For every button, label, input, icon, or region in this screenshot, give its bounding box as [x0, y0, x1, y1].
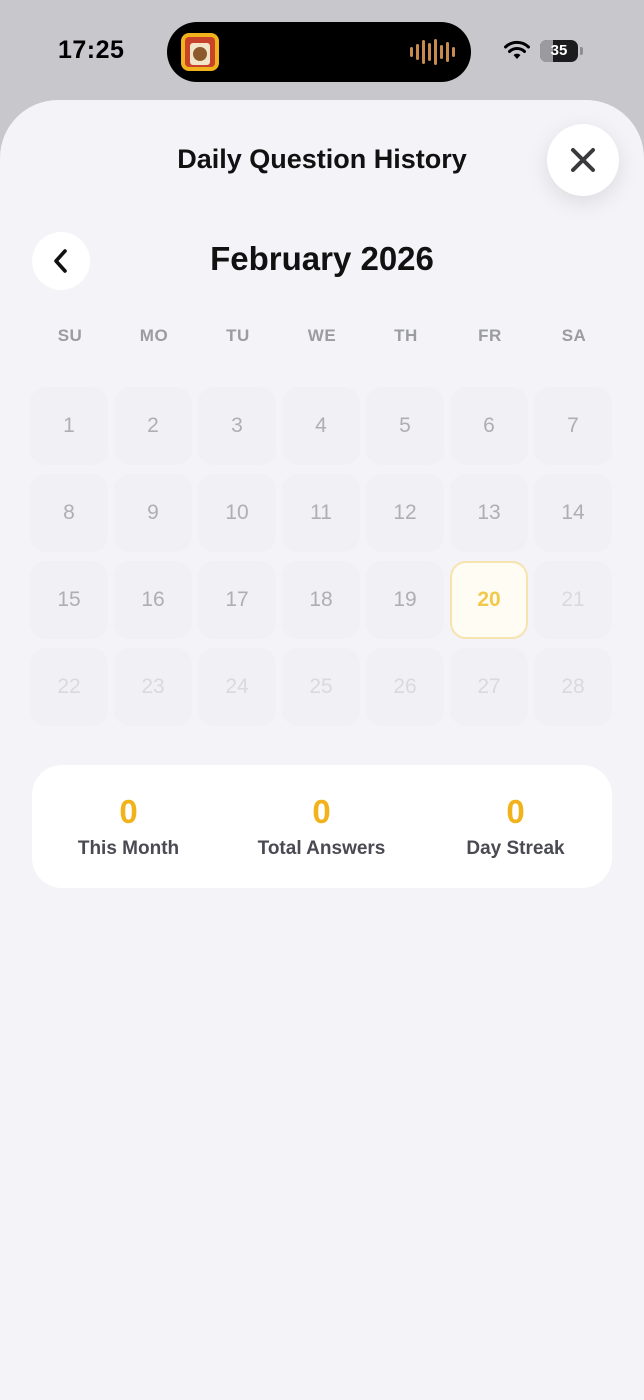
calendar-day-future: 24: [198, 648, 276, 726]
stat-value: 0: [119, 793, 138, 830]
calendar-day[interactable]: 9: [114, 474, 192, 552]
status-bar: 17:25 35: [0, 0, 644, 100]
calendar-day[interactable]: 4: [282, 387, 360, 465]
calendar-day[interactable]: 3: [198, 387, 276, 465]
close-button[interactable]: [547, 124, 619, 196]
calendar-day[interactable]: 14: [534, 474, 612, 552]
weekday-label: FR: [478, 326, 502, 345]
history-sheet: Daily Question History February 2026 SU …: [0, 100, 644, 1400]
stat-label: This Month: [77, 838, 180, 859]
weekday-label: SU: [57, 326, 83, 345]
stat-day-streak: 0 Day Streak: [419, 765, 612, 888]
calendar-day[interactable]: 16: [114, 561, 192, 639]
calendar-day[interactable]: 10: [198, 474, 276, 552]
calendar-day[interactable]: 15: [30, 561, 108, 639]
stat-value: 0: [506, 793, 525, 830]
weekday-header: SU MO TU WE TH FR SA: [28, 326, 616, 346]
calendar-day[interactable]: 7: [534, 387, 612, 465]
weekday-label: TH: [394, 326, 418, 345]
calendar-day-future: 23: [114, 648, 192, 726]
wifi-icon: [504, 40, 530, 59]
close-icon: [571, 148, 595, 172]
stat-value: 0: [312, 793, 331, 830]
stat-total-answers: 0 Total Answers: [225, 765, 418, 888]
status-time: 17:25: [58, 36, 125, 64]
stat-this-month: 0 This Month: [32, 765, 225, 888]
weekday-label: TU: [226, 326, 250, 345]
calendar-day[interactable]: 11: [282, 474, 360, 552]
calendar-day[interactable]: 19: [366, 561, 444, 639]
calendar-day-future: 22: [30, 648, 108, 726]
month-title: February 2026: [210, 240, 434, 277]
battery-icon: 35: [540, 40, 578, 62]
calendar-day[interactable]: 13: [450, 474, 528, 552]
calendar-day-future: 25: [282, 648, 360, 726]
calendar-day-future: 26: [366, 648, 444, 726]
battery-percent: 35: [550, 42, 568, 59]
stat-label: Day Streak: [466, 838, 565, 859]
calendar-day-future: 28: [534, 648, 612, 726]
calendar-day[interactable]: 5: [366, 387, 444, 465]
dynamic-island[interactable]: [167, 22, 471, 82]
weekday-label: MO: [139, 326, 169, 345]
calendar-day[interactable]: 8: [30, 474, 108, 552]
calendar-day[interactable]: 6: [450, 387, 528, 465]
calendar-day-future: 21: [534, 561, 612, 639]
calendar-day[interactable]: 18: [282, 561, 360, 639]
stats-card: 0 This Month 0 Total Answers 0 Day Strea…: [32, 765, 612, 888]
calendar-day[interactable]: 1: [30, 387, 108, 465]
calendar-grid: 1 2 3 4 5 6 7 8 9 10 11 12 13 14 15 16 1…: [30, 387, 614, 726]
calendar-day-today[interactable]: 20: [450, 561, 528, 639]
calendar-day[interactable]: 17: [198, 561, 276, 639]
stat-label: Total Answers: [257, 838, 386, 859]
weekday-label: SA: [561, 326, 587, 345]
calendar-day[interactable]: 12: [366, 474, 444, 552]
calendar-day-future: 27: [450, 648, 528, 726]
weekday-label: WE: [307, 326, 337, 345]
app-thumbnail-icon[interactable]: [181, 33, 219, 71]
calendar-day[interactable]: 2: [114, 387, 192, 465]
audio-waveform-icon: [410, 39, 455, 65]
